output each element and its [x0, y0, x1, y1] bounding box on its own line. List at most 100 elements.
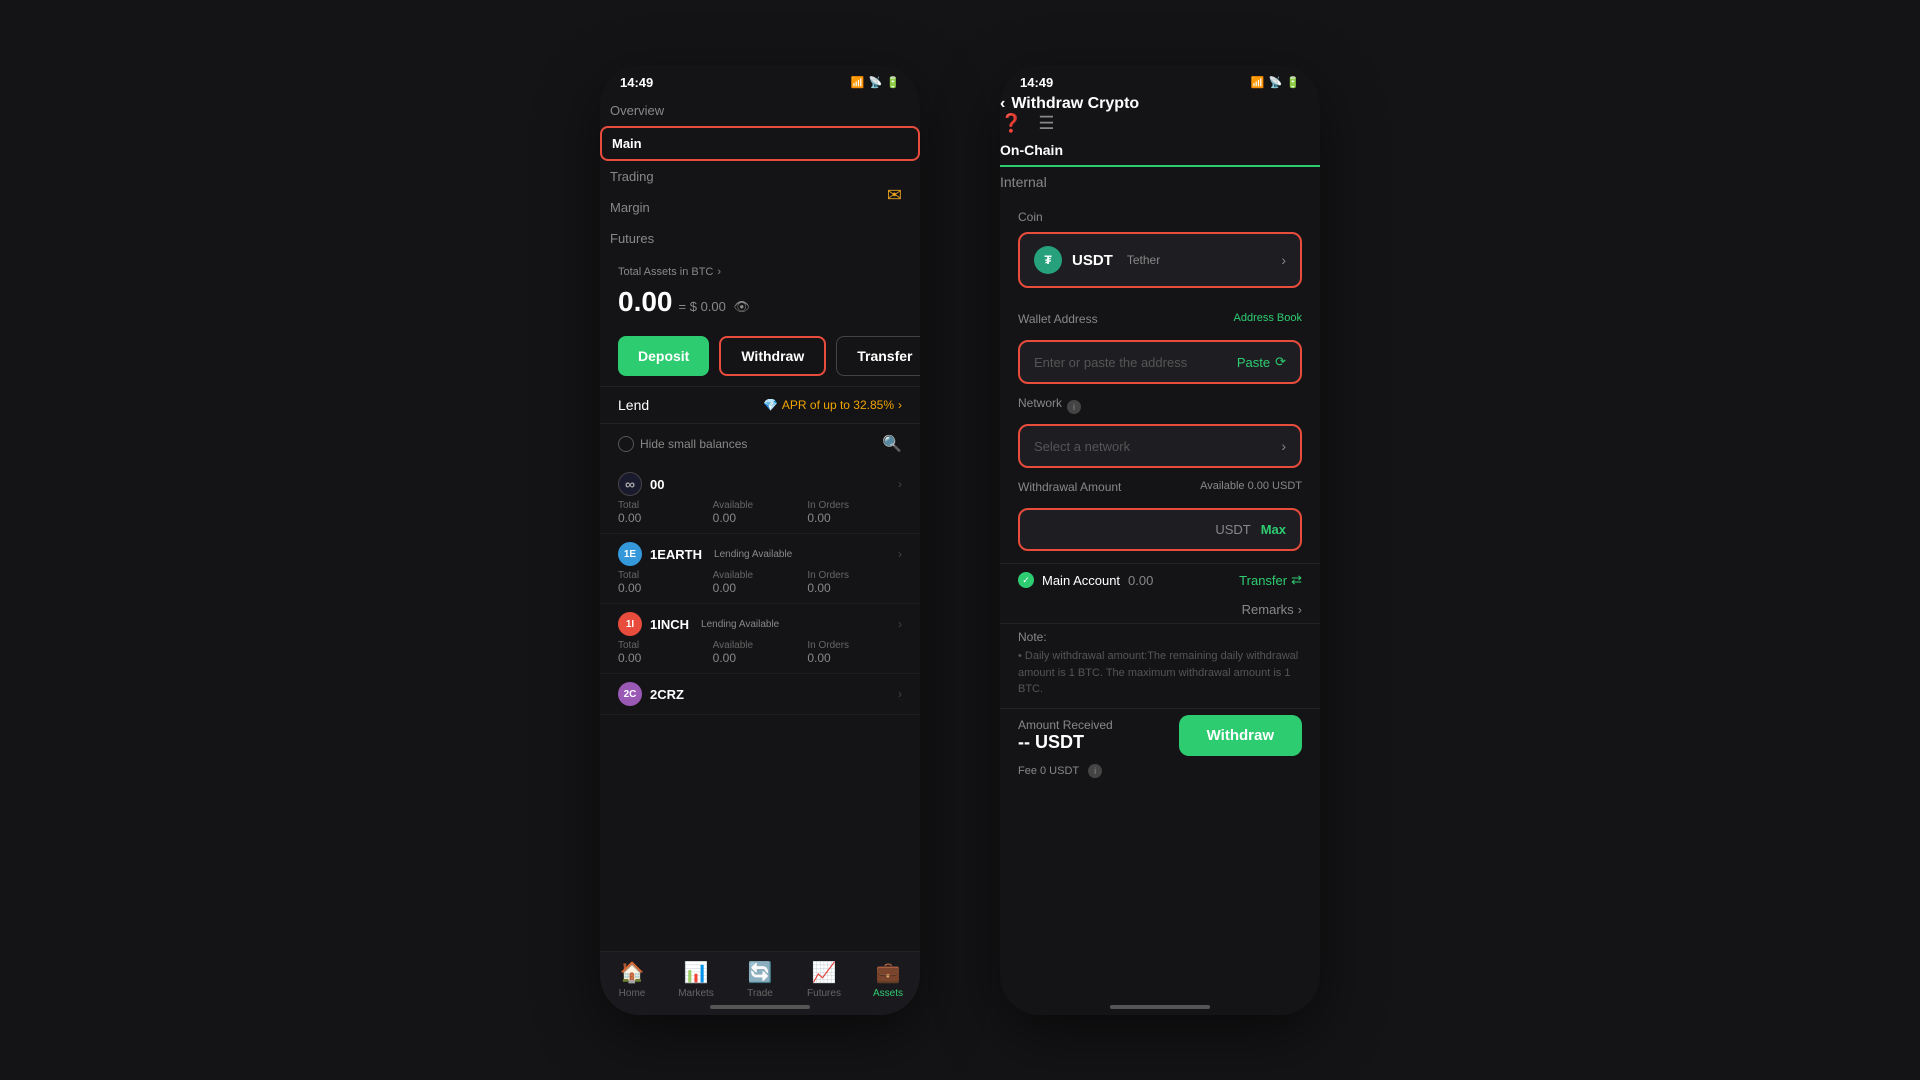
- nav-item-home[interactable]: 🏠 Home: [600, 960, 664, 999]
- fee-info-icon: i: [1088, 764, 1102, 778]
- address-input-box[interactable]: Enter or paste the address Paste ⟳: [1018, 340, 1302, 384]
- lend-apr: 💎 APR of up to 32.85% ›: [763, 398, 902, 412]
- back-button[interactable]: ‹ Withdraw Crypto: [1000, 95, 1320, 113]
- nav-label-assets: Assets: [873, 988, 903, 999]
- nav-label-trade: Trade: [747, 988, 773, 999]
- remarks-link[interactable]: Remarks ›: [1242, 602, 1302, 617]
- fee-row: Fee 0 USDT i: [1000, 762, 1320, 786]
- coin-label: Coin: [1018, 210, 1302, 224]
- assets-header: Total Assets in BTC › 0.00 = $ 0.00 👁 ✉: [600, 254, 920, 326]
- nav-label-markets: Markets: [678, 988, 714, 999]
- list-item[interactable]: 1I 1INCH Lending Available › Total 0.00 …: [600, 604, 920, 674]
- hide-balances-toggle[interactable]: Hide small balances: [618, 436, 747, 452]
- network-selector[interactable]: Select a network ›: [1018, 424, 1302, 468]
- transfer-link[interactable]: Transfer ⇄: [1239, 572, 1302, 588]
- coin-row-chevron: ›: [898, 477, 902, 491]
- battery-icon-2: 🔋: [1286, 76, 1300, 89]
- hide-balances-label: Hide small balances: [640, 437, 747, 451]
- tab-onchain[interactable]: On-Chain: [1000, 134, 1320, 166]
- assets-label: Total Assets in BTC ›: [618, 266, 902, 278]
- assets-icon: 💼: [876, 960, 901, 985]
- home-indicator-2: [1110, 1005, 1210, 1009]
- list-item[interactable]: 1E 1EARTH Lending Available › Total 0.00…: [600, 534, 920, 604]
- coin-tag-1inch: Lending Available: [701, 619, 779, 630]
- address-placeholder: Enter or paste the address: [1034, 355, 1187, 370]
- diamond-icon: 💎: [763, 398, 778, 412]
- nav-label-futures: Futures: [807, 988, 841, 999]
- status-bar-2: 14:49 📶 📡 🔋: [1000, 65, 1320, 95]
- list-item[interactable]: 2C 2CRZ ›: [600, 674, 920, 715]
- battery-icon: 🔋: [886, 76, 900, 89]
- main-account-label: Main Account: [1042, 573, 1120, 588]
- coin-selector-left: ₮ USDT Tether: [1034, 246, 1160, 274]
- wifi-icon: 📡: [869, 76, 883, 89]
- wallet-label: Wallet Address: [1018, 312, 1098, 326]
- nav-item-assets[interactable]: 💼 Assets: [856, 960, 920, 999]
- sub-tabs: On-Chain Internal: [1000, 134, 1320, 198]
- note-title: Note:: [1018, 630, 1302, 644]
- action-buttons: Deposit Withdraw Transfer: [600, 326, 920, 386]
- coin-icon-infinity: ∞: [618, 472, 642, 496]
- amount-input-box[interactable]: USDT Max: [1018, 508, 1302, 551]
- address-header: Wallet Address Address Book: [1018, 312, 1302, 334]
- paste-button[interactable]: Paste: [1237, 355, 1270, 370]
- coin-stats-1inch: Total 0.00 Available 0.00 In Orders 0.00: [618, 640, 902, 665]
- main-account-value: 0.00: [1128, 573, 1153, 588]
- wallet-address-section: Wallet Address Address Book Enter or pas…: [1000, 312, 1320, 396]
- header-icons: ❓ ☰: [1000, 113, 1320, 134]
- tab-trading[interactable]: Trading: [600, 161, 920, 192]
- coin-symbol-1earth: 1EARTH: [650, 547, 702, 562]
- coin-stats-1earth: Total 0.00 Available 0.00 In Orders 0.00: [618, 570, 902, 595]
- withdraw-button[interactable]: Withdraw: [719, 336, 826, 376]
- main-account-row: Main Account 0.00 Transfer ⇄: [1000, 563, 1320, 596]
- note-section: Note: • Daily withdrawal amount:The rema…: [1000, 623, 1320, 708]
- nav-item-markets[interactable]: 📊 Markets: [664, 960, 728, 999]
- withdraw-main-button[interactable]: Withdraw: [1179, 715, 1302, 756]
- nav-label-home: Home: [619, 988, 646, 999]
- tab-overview[interactable]: Overview: [600, 95, 920, 126]
- balance-checkbox[interactable]: [618, 436, 634, 452]
- main-scroll-content: Total Assets in BTC › 0.00 = $ 0.00 👁 ✉ …: [600, 254, 920, 1015]
- tab-internal[interactable]: Internal: [1000, 166, 1320, 198]
- nav-tabs: Overview Main Trading Margin Futures: [600, 95, 920, 254]
- network-info-icon: i: [1067, 400, 1081, 414]
- phone-main: 14:49 📶 📡 🔋 Overview Main Trading Margin…: [600, 65, 920, 1015]
- withdraw-scroll-content: Coin ₮ USDT Tether › Wallet Address Addr…: [1000, 198, 1320, 988]
- eye-icon[interactable]: 👁: [734, 299, 751, 314]
- trade-icon: 🔄: [748, 960, 773, 985]
- tab-margin[interactable]: Margin: [600, 192, 920, 223]
- received-label: Amount Received: [1018, 718, 1113, 732]
- history-icon[interactable]: ☰: [1038, 113, 1054, 134]
- note-text: • Daily withdrawal amount:The remaining …: [1018, 648, 1302, 698]
- network-label: Network: [1018, 396, 1062, 410]
- list-item[interactable]: ∞ 00 › Total 0.00 Available 0.00 I: [600, 464, 920, 534]
- max-button[interactable]: Max: [1261, 522, 1286, 537]
- coin-tag-1earth: Lending Available: [714, 549, 792, 560]
- home-indicator: [710, 1005, 810, 1009]
- transfer-icon: ⇄: [1291, 572, 1302, 588]
- tab-futures[interactable]: Futures: [600, 223, 920, 254]
- markets-icon: 📊: [684, 960, 709, 985]
- coin-symbol-2crz: 2CRZ: [650, 687, 684, 702]
- received-section: Amount Received -- USDT Withdraw: [1000, 708, 1320, 762]
- received-left: Amount Received -- USDT: [1018, 718, 1113, 753]
- deposit-button[interactable]: Deposit: [618, 336, 709, 376]
- available-label: Available 0.00 USDT: [1200, 480, 1302, 502]
- address-book-link[interactable]: Address Book: [1234, 312, 1302, 334]
- usdt-name: USDT: [1072, 252, 1113, 269]
- coin-row-chevron: ›: [898, 547, 902, 561]
- paste-icon[interactable]: ⟳: [1275, 354, 1286, 370]
- nav-item-futures[interactable]: 📈 Futures: [792, 960, 856, 999]
- transfer-button[interactable]: Transfer: [836, 336, 920, 376]
- status-icons-2: 📶 📡 🔋: [1251, 76, 1300, 89]
- tab-main[interactable]: Main: [600, 126, 920, 161]
- search-icon[interactable]: 🔍: [882, 434, 902, 454]
- help-icon[interactable]: ❓: [1000, 113, 1022, 134]
- home-icon: 🏠: [620, 960, 645, 985]
- assets-chevron-icon: ›: [717, 266, 721, 278]
- coin-selector[interactable]: ₮ USDT Tether ›: [1018, 232, 1302, 288]
- nav-item-trade[interactable]: 🔄 Trade: [728, 960, 792, 999]
- lend-row[interactable]: Lend 💎 APR of up to 32.85% ›: [600, 386, 920, 424]
- main-account-left: Main Account 0.00: [1018, 572, 1153, 588]
- main-account-check-icon: [1018, 572, 1034, 588]
